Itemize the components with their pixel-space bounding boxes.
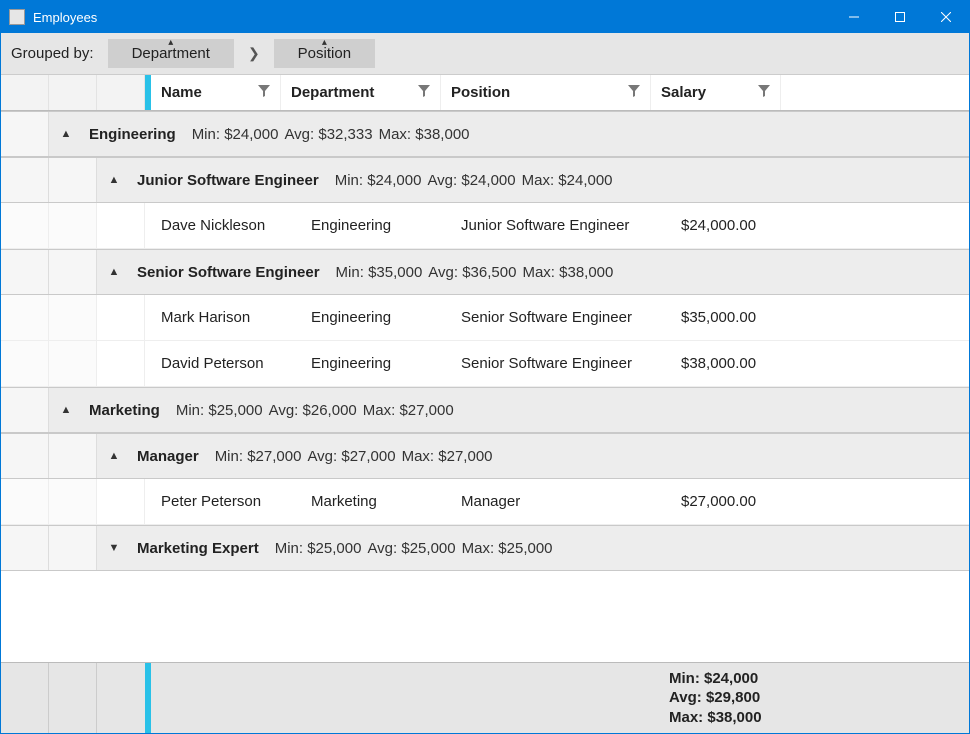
- cell-position[interactable]: Manager: [451, 493, 671, 510]
- group-summary: Min: $35,000Avg: $36,500Max: $38,000: [326, 264, 620, 281]
- cell-name[interactable]: David Peterson: [151, 355, 301, 372]
- group-indent-header-2: [97, 75, 145, 110]
- table-row[interactable]: Dave NicklesonEngineeringJunior Software…: [1, 203, 969, 249]
- column-header-position[interactable]: Position: [441, 75, 651, 110]
- sort-asc-icon: ▴: [322, 37, 327, 48]
- column-header-department[interactable]: Department: [281, 75, 441, 110]
- collapse-icon[interactable]: ▲: [97, 450, 131, 462]
- window-title: Employees: [33, 10, 97, 25]
- group-title: Marketing Expert: [131, 540, 265, 557]
- filter-icon[interactable]: [758, 84, 770, 101]
- sort-asc-icon: ▴: [168, 37, 173, 48]
- filter-icon[interactable]: [258, 84, 270, 101]
- cell-department[interactable]: Engineering: [301, 309, 451, 326]
- grid-footer: Min: $24,000 Avg: $29,800 Max: $38,000: [1, 662, 969, 734]
- column-header-name[interactable]: Name: [151, 75, 281, 110]
- cell-department[interactable]: Engineering: [301, 355, 451, 372]
- collapse-icon[interactable]: ▲: [97, 174, 131, 186]
- grid-body[interactable]: ▲EngineeringMin: $24,000Avg: $32,333Max:…: [1, 111, 969, 662]
- footer-summary: Min: $24,000 Avg: $29,800 Max: $38,000: [669, 663, 969, 734]
- group-row-level1[interactable]: ▲MarketingMin: $25,000Avg: $26,000Max: $…: [1, 387, 969, 433]
- cell-name[interactable]: Dave Nickleson: [151, 217, 301, 234]
- group-row-level2[interactable]: ▲Junior Software EngineerMin: $24,000Avg…: [1, 157, 969, 203]
- group-title: Engineering: [83, 126, 182, 143]
- collapse-icon[interactable]: ▲: [97, 266, 131, 278]
- filter-icon[interactable]: [418, 84, 430, 101]
- group-title: Senior Software Engineer: [131, 264, 326, 281]
- cell-salary[interactable]: $27,000.00: [671, 493, 791, 510]
- group-summary: Min: $24,000Avg: $24,000Max: $24,000: [325, 172, 619, 189]
- group-title: Junior Software Engineer: [131, 172, 325, 189]
- group-chip-department[interactable]: ▴ Department: [108, 39, 234, 68]
- close-button[interactable]: [923, 1, 969, 33]
- group-by-panel[interactable]: Grouped by: ▴ Department ❯ ▴ Position: [1, 33, 969, 75]
- titlebar[interactable]: Employees: [1, 1, 969, 33]
- cell-position[interactable]: Senior Software Engineer: [451, 355, 671, 372]
- group-row-level1[interactable]: ▲EngineeringMin: $24,000Avg: $32,333Max:…: [1, 111, 969, 157]
- group-indent-header: [49, 75, 97, 110]
- chevron-right-icon: ❯: [248, 45, 260, 62]
- table-row[interactable]: Peter PetersonMarketingManager$27,000.00: [1, 479, 969, 525]
- cell-position[interactable]: Junior Software Engineer: [451, 217, 671, 234]
- cell-position[interactable]: Senior Software Engineer: [451, 309, 671, 326]
- group-by-label: Grouped by:: [11, 45, 94, 62]
- cell-department[interactable]: Marketing: [301, 493, 451, 510]
- group-summary: Min: $24,000Avg: $32,333Max: $38,000: [182, 126, 476, 143]
- cell-name[interactable]: Peter Peterson: [151, 493, 301, 510]
- group-title: Marketing: [83, 402, 166, 419]
- maximize-button[interactable]: [877, 1, 923, 33]
- group-row-level2[interactable]: ▲Senior Software EngineerMin: $35,000Avg…: [1, 249, 969, 295]
- column-header-salary[interactable]: Salary: [651, 75, 781, 110]
- minimize-button[interactable]: [831, 1, 877, 33]
- group-title: Manager: [131, 448, 205, 465]
- group-chip-position[interactable]: ▴ Position: [274, 39, 375, 68]
- cell-salary[interactable]: $38,000.00: [671, 355, 791, 372]
- table-row[interactable]: David PetersonEngineeringSenior Software…: [1, 341, 969, 387]
- group-row-level2[interactable]: ▼Marketing ExpertMin: $25,000Avg: $25,00…: [1, 525, 969, 571]
- cell-name[interactable]: Mark Harison: [151, 309, 301, 326]
- cell-department[interactable]: Engineering: [301, 217, 451, 234]
- group-summary: Min: $27,000Avg: $27,000Max: $27,000: [205, 448, 499, 465]
- group-row-level2[interactable]: ▲ManagerMin: $27,000Avg: $27,000Max: $27…: [1, 433, 969, 479]
- filter-icon[interactable]: [628, 84, 640, 101]
- group-summary: Min: $25,000Avg: $26,000Max: $27,000: [166, 402, 460, 419]
- column-headers: Name Department Position Salary: [1, 75, 969, 111]
- collapse-icon[interactable]: ▲: [49, 128, 83, 140]
- app-window: Employees Grouped by: ▴ Department ❯ ▴ P…: [0, 0, 970, 734]
- row-indicator-header: [1, 75, 49, 110]
- cell-salary[interactable]: $24,000.00: [671, 217, 791, 234]
- collapse-icon[interactable]: ▲: [49, 404, 83, 416]
- app-icon: [9, 9, 25, 25]
- table-row[interactable]: Mark HarisonEngineeringSenior Software E…: [1, 295, 969, 341]
- data-grid: Name Department Position Salary ▲Enginee…: [1, 75, 969, 733]
- expand-icon[interactable]: ▼: [97, 542, 131, 554]
- cell-salary[interactable]: $35,000.00: [671, 309, 791, 326]
- group-summary: Min: $25,000Avg: $25,000Max: $25,000: [265, 540, 559, 557]
